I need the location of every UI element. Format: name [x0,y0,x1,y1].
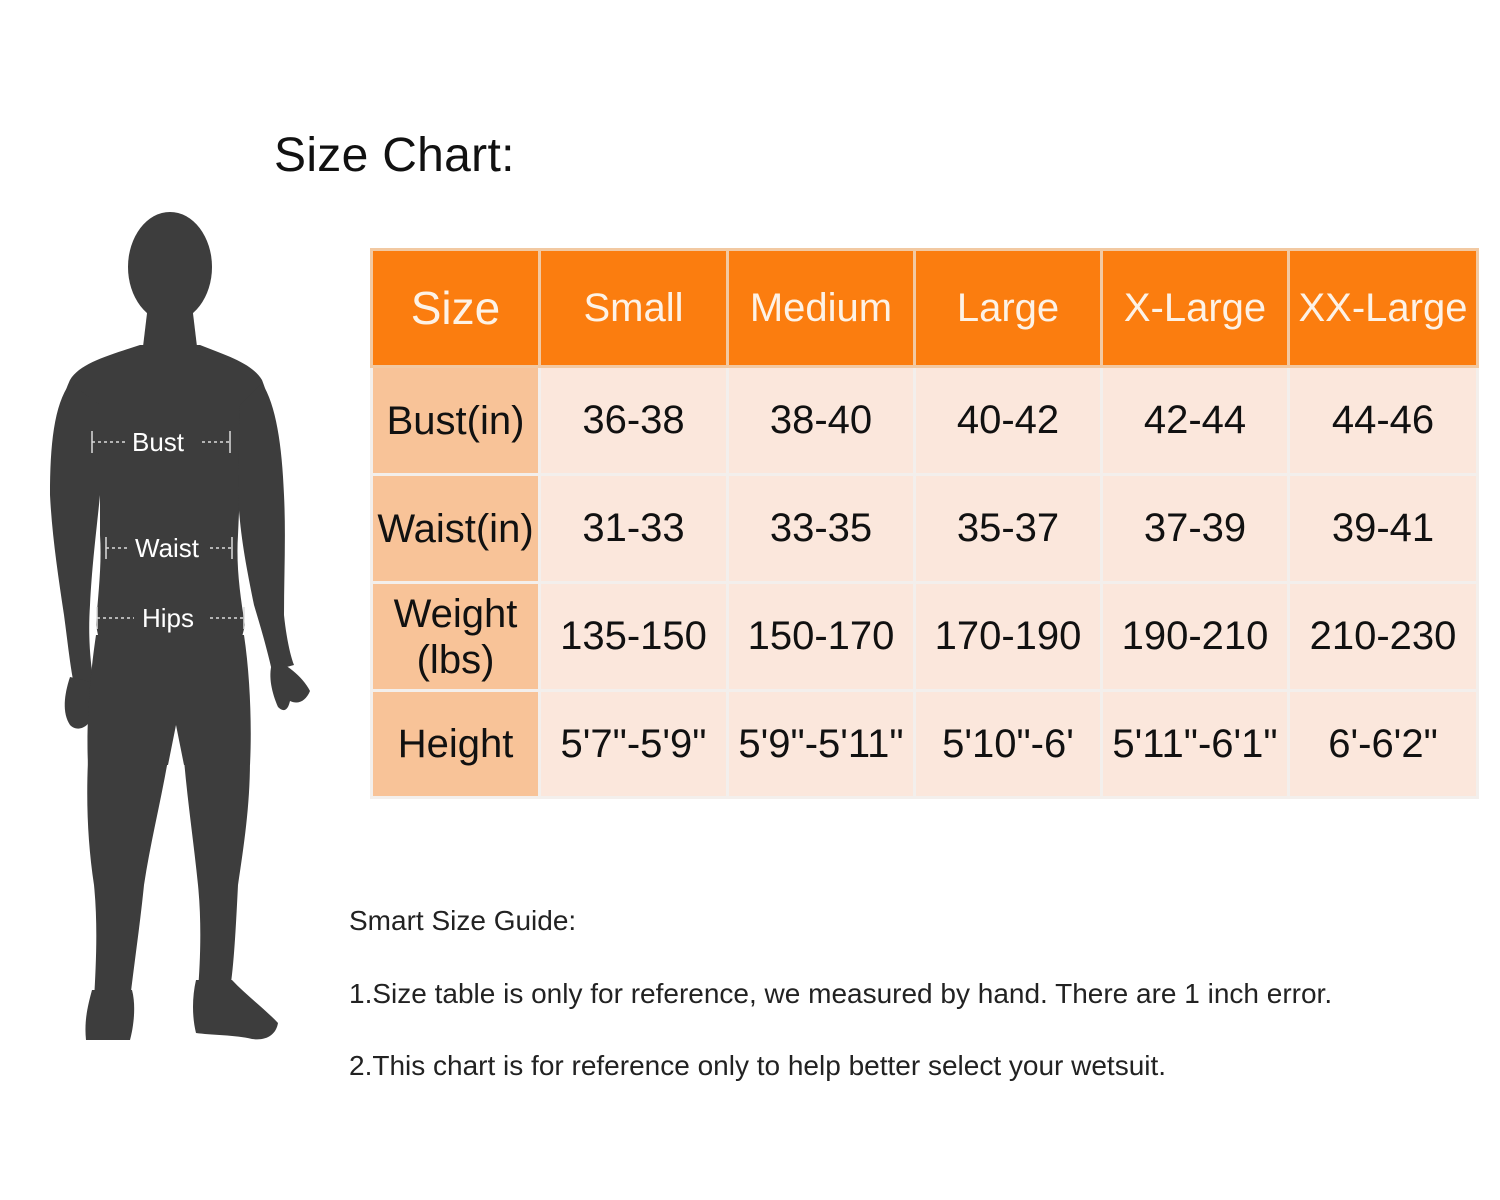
size-guide-title: Smart Size Guide: [349,905,577,936]
header-cell-xx-large: XX-Large [1287,248,1479,368]
table-cell: 5'9"-5'11" [726,689,916,799]
table-cell: 135-150 [538,581,729,692]
table-cell: 150-170 [726,581,916,692]
row-label-bust: Bust(in) [370,365,541,476]
waist-label: Waist [135,533,200,563]
size-header-row: Size Small Medium Large X-Large XX-Large [370,248,1479,368]
table-cell: 31-33 [538,473,729,584]
header-cell-x-large: X-Large [1100,248,1290,368]
table-cell: 44-46 [1287,365,1479,476]
bust-label: Bust [132,427,185,457]
silhouette-svg: Bust Waist Hips [50,212,310,1040]
table-cell: 170-190 [913,581,1103,692]
table-cell: 40-42 [913,365,1103,476]
table-cell: 190-210 [1100,581,1290,692]
row-label-weight-line2: (lbs) [416,637,495,682]
table-cell: 6'-6'2" [1287,689,1479,799]
page-title: Size Chart: [274,129,515,182]
row-label-height: Height [370,689,541,799]
row-label-weight: Weight (lbs) [370,581,541,692]
table-cell: 35-37 [913,473,1103,584]
body-silhouette-figure: Bust Waist Hips [40,205,330,1075]
size-guide-note-1: 1.Size table is only for reference, we m… [349,978,1333,1009]
table-cell: 5'10"-6' [913,689,1103,799]
table-cell: 36-38 [538,365,729,476]
table-cell: 38-40 [726,365,916,476]
header-cell-medium: Medium [726,248,916,368]
table-row-waist: Waist(in) 31-33 33-35 35-37 37-39 39-41 [370,473,1479,584]
table-cell: 5'7"-5'9" [538,689,729,799]
table-row-bust: Bust(in) 36-38 38-40 40-42 42-44 44-46 [370,365,1479,476]
table-row-weight: Weight (lbs) 135-150 150-170 170-190 190… [370,581,1479,692]
hips-label: Hips [142,603,194,633]
table-cell: 210-230 [1287,581,1479,692]
row-label-weight-line1: Weight [393,591,518,636]
row-label-waist: Waist(in) [370,473,541,584]
header-cell-small: Small [538,248,729,368]
header-cell-large: Large [913,248,1103,368]
table-cell: 37-39 [1100,473,1290,584]
header-cell-size: Size [370,248,541,368]
table-row-height: Height 5'7"-5'9" 5'9"-5'11" 5'10"-6' 5'1… [370,689,1479,799]
table-cell: 33-35 [726,473,916,584]
size-guide: Smart Size Guide: 1.Size table is only f… [349,905,1332,1082]
size-table: Size Small Medium Large X-Large XX-Large… [370,248,1479,799]
size-guide-note-2: 2.This chart is for reference only to he… [349,1050,1167,1081]
table-cell: 39-41 [1287,473,1479,584]
table-cell: 42-44 [1100,365,1290,476]
table-cell: 5'11"-6'1" [1100,689,1290,799]
